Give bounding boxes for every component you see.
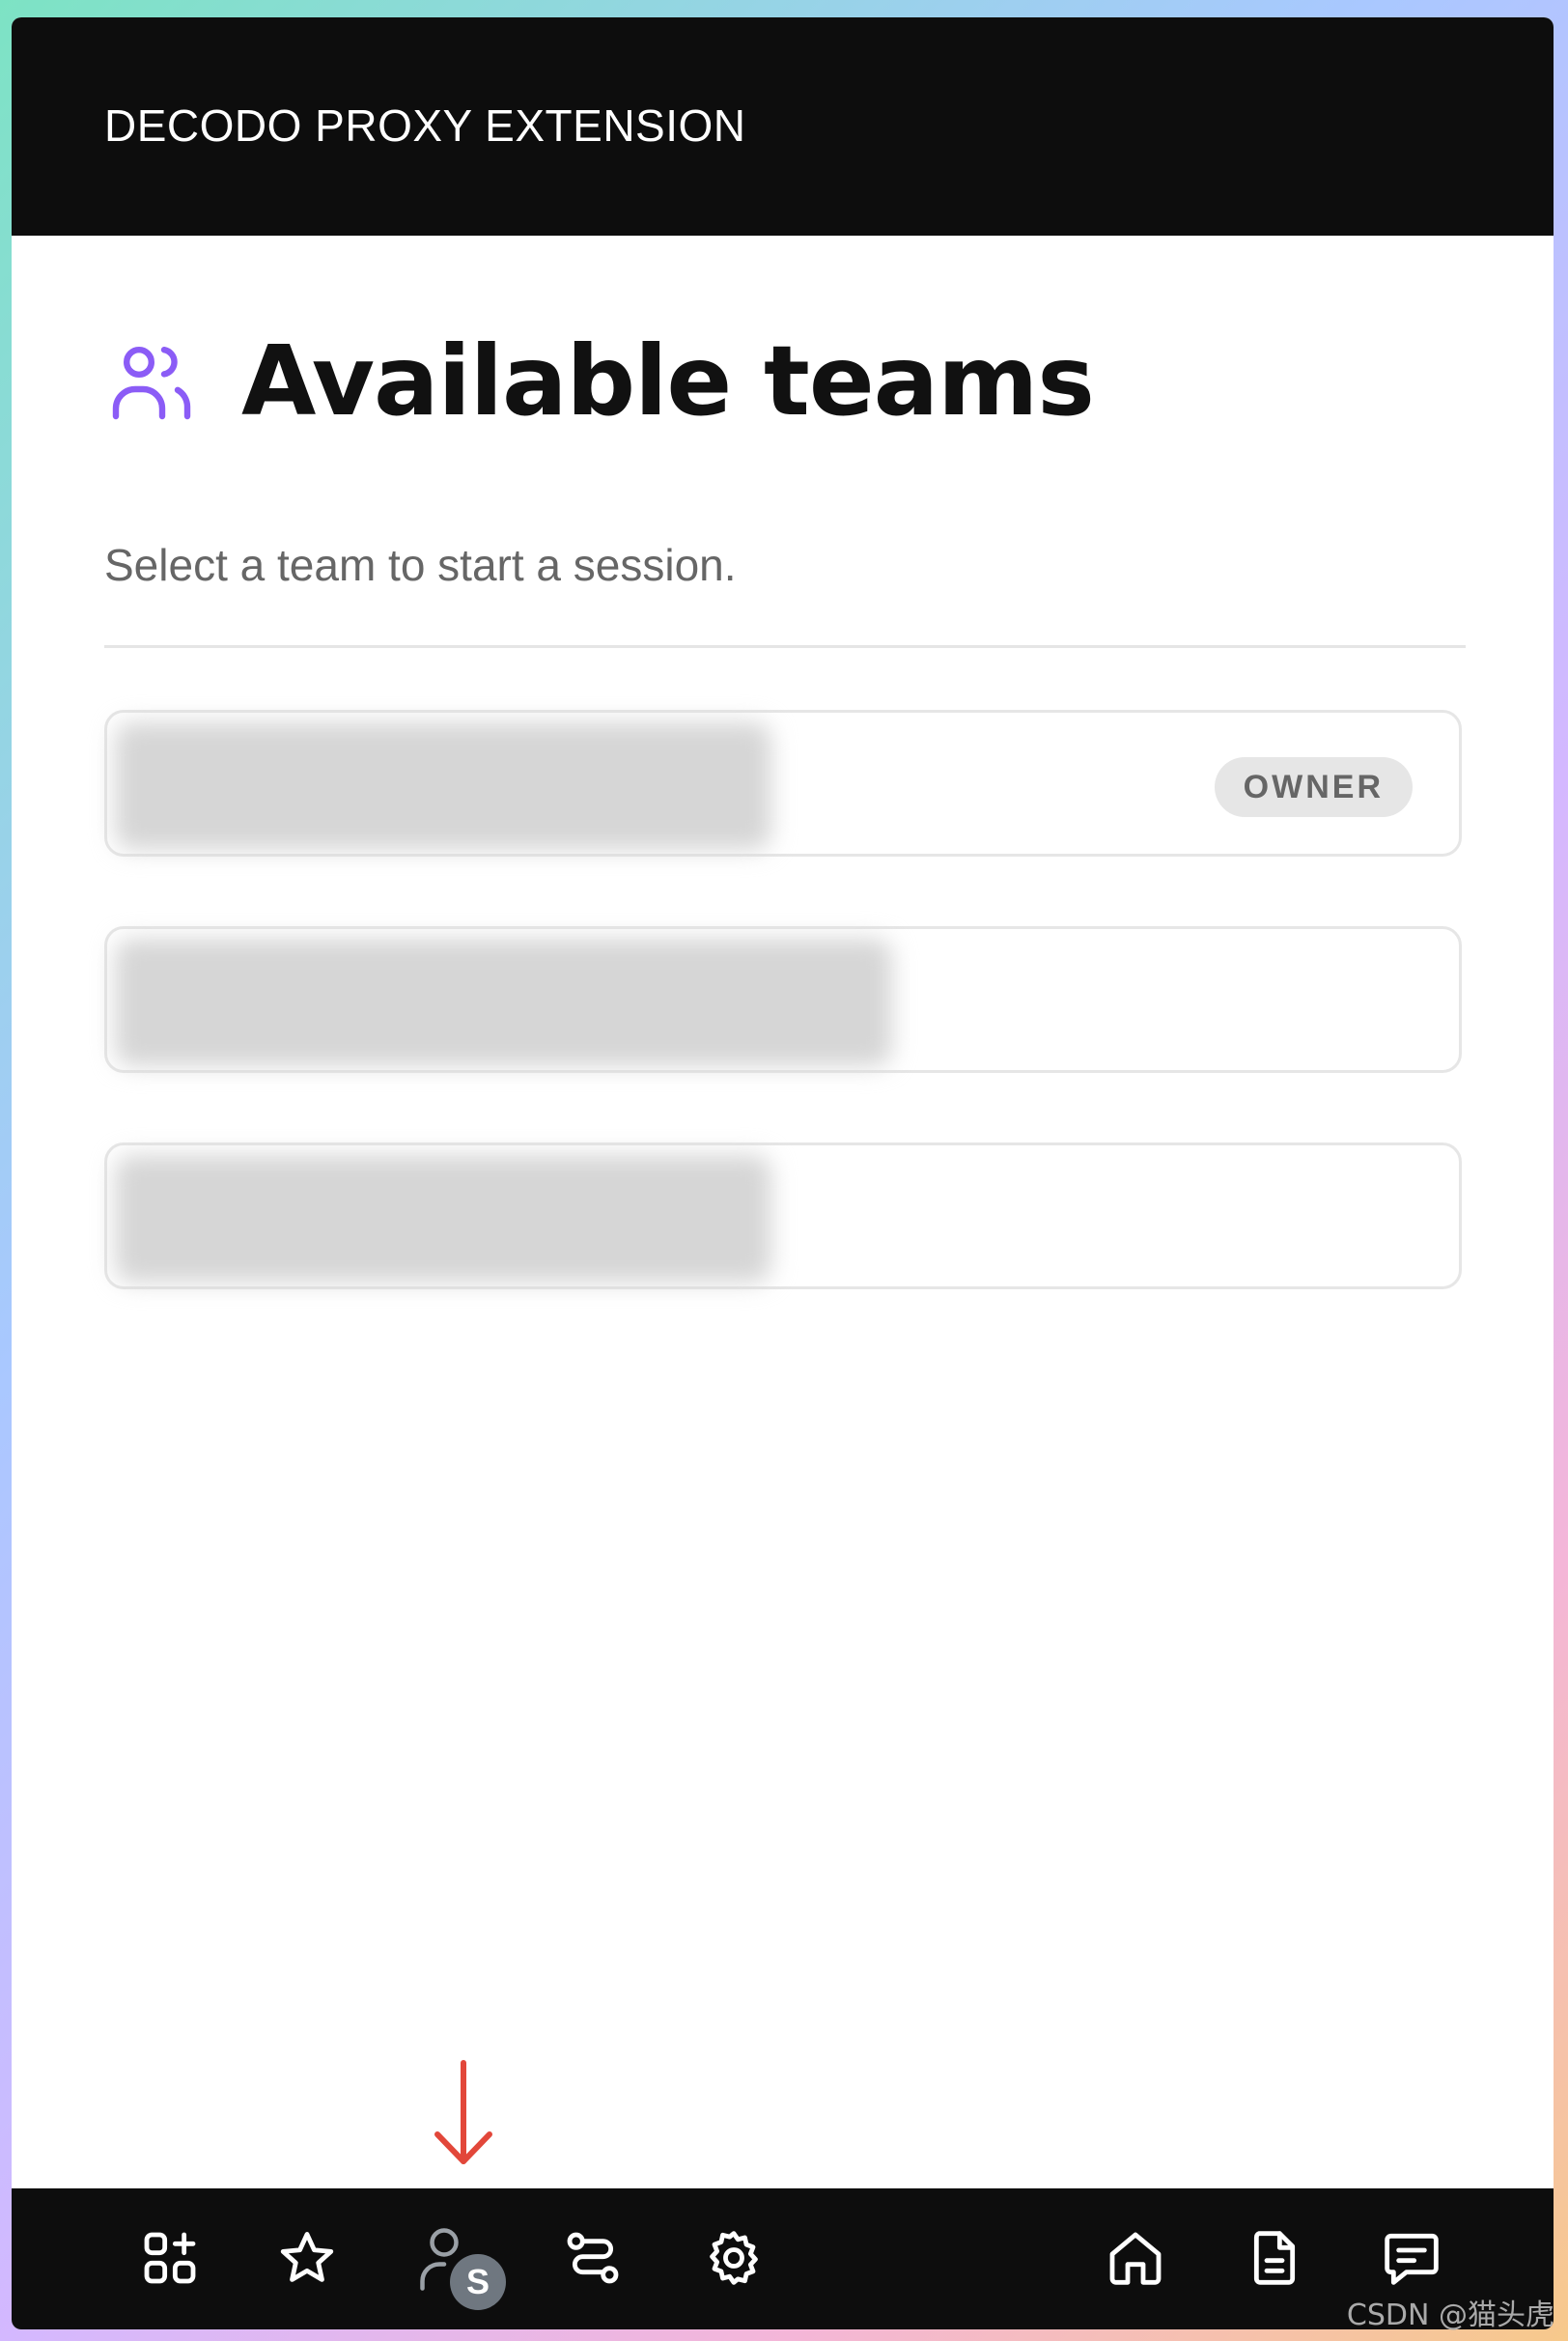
document-icon[interactable] — [1244, 2227, 1305, 2289]
owner-badge: OWNER — [1214, 757, 1413, 817]
down-arrow-annotation — [434, 2060, 492, 2164]
page-title: Available teams — [241, 324, 1095, 437]
home-icon[interactable] — [1105, 2227, 1166, 2289]
star-icon[interactable] — [276, 2227, 338, 2289]
divider — [104, 645, 1466, 648]
route-icon[interactable] — [562, 2227, 624, 2289]
watermark: CSDN @猫头虎 — [1346, 2299, 1554, 2332]
extension-window: DECODO PROXY EXTENSION Available teams S… — [12, 17, 1554, 2329]
gear-icon[interactable] — [703, 2227, 765, 2289]
page-heading: Available teams — [104, 324, 1095, 437]
apps-add-icon[interactable] — [139, 2227, 201, 2289]
user-session-button[interactable]: S — [415, 2223, 512, 2310]
team-icon — [112, 346, 191, 419]
redacted-team-name — [115, 939, 892, 1066]
app-title: DECODO PROXY EXTENSION — [104, 100, 746, 151]
avatar: S — [450, 2254, 506, 2310]
bottom-nav: S — [12, 2188, 1554, 2329]
redacted-team-name — [115, 1155, 771, 1283]
message-icon[interactable] — [1381, 2227, 1442, 2289]
page-subtitle: Select a team to start a session. — [104, 540, 737, 590]
redacted-team-name — [115, 722, 771, 850]
header-bar: DECODO PROXY EXTENSION — [12, 17, 1554, 236]
team-card[interactable] — [104, 1142, 1462, 1289]
team-card[interactable] — [104, 926, 1462, 1073]
team-card[interactable]: OWNER — [104, 710, 1462, 857]
